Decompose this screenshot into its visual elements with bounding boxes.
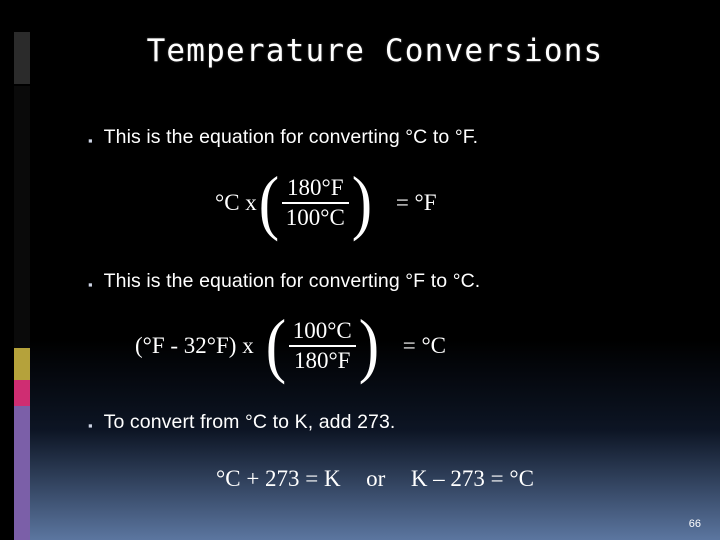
slide-canvas: Temperature Conversions ▪ This is the eq…	[0, 0, 720, 540]
strip-segment-gray-top	[14, 32, 30, 84]
bullet-square-icon: ▪	[88, 133, 93, 148]
equation-1-numerator: 180°F	[287, 175, 344, 200]
strip-segment-violet	[14, 406, 30, 540]
bullet-item-1-label: This is the equation for converting °C t…	[103, 126, 479, 148]
left-decorative-column	[0, 0, 30, 540]
page-title: Temperature Conversions	[146, 33, 604, 69]
bullet-item-1: ▪ This is the equation for converting °C…	[88, 126, 478, 149]
equation-2-result: = °C	[402, 333, 446, 359]
bullet-square-icon: ▪	[88, 277, 93, 292]
equation-2-fraction-bar	[288, 345, 356, 348]
equation-2-lead: (°F - 32°F) x	[135, 333, 254, 359]
bullet-square-icon: ▪	[88, 418, 93, 433]
equation-2-close-paren: )	[358, 305, 379, 386]
equation-fahrenheit-to-celsius: (°F - 32°F) x ( 100°C 180°F ) = °C	[135, 305, 446, 386]
equation-1-denominator: 100°C	[285, 205, 345, 231]
equation-2-numerator: 100°C	[292, 318, 352, 343]
equation-3-connector: or	[366, 466, 386, 491]
bullet-item-2: ▪ This is the equation for converting °F…	[88, 270, 480, 293]
strip-segment-yellow	[14, 348, 30, 380]
equation-2-open-paren: (	[265, 305, 286, 386]
equation-1-open-paren: (	[258, 162, 279, 243]
strip-segment-magenta	[14, 380, 30, 406]
equation-3-left: °C + 273 = K	[216, 466, 341, 491]
equation-kelvin-line: °C + 273 = K or K – 273 = °C	[30, 466, 720, 492]
bullet-item-2-label: This is the equation for converting °F t…	[103, 270, 481, 292]
equation-1-result: = °F	[395, 190, 437, 216]
equation-celsius-to-fahrenheit: °C x ( 180°F 100°C ) = °F	[215, 162, 437, 243]
equation-2-fraction: 100°C 180°F	[288, 318, 356, 374]
equation-1-lead: °C x	[215, 190, 257, 216]
equation-1-fraction-bar	[281, 202, 349, 205]
equation-1-fraction: 180°F 100°C	[281, 175, 349, 231]
bullet-item-3-label: To convert from °C to K, add 273.	[103, 411, 396, 433]
left-color-strip	[14, 0, 30, 540]
equation-2-denominator: 180°F	[293, 348, 351, 374]
equation-3-right: K – 273 = °C	[410, 466, 534, 491]
strip-segment-dark	[14, 86, 30, 348]
page-number: 66	[688, 518, 701, 530]
bullet-item-3: ▪ To convert from °C to K, add 273.	[88, 411, 395, 434]
equation-1-close-paren: )	[351, 162, 373, 243]
